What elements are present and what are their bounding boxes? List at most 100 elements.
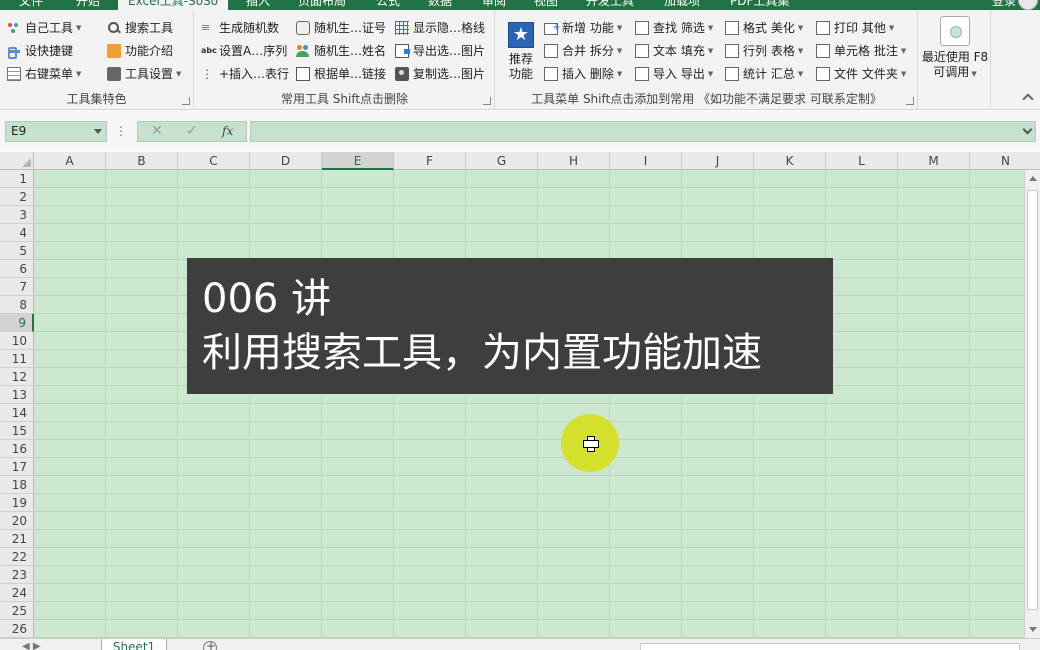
column-header-l[interactable]: L — [826, 152, 898, 170]
tab-file[interactable]: 文件 — [0, 0, 62, 10]
tab-page-layout[interactable]: 页面布局 — [298, 0, 346, 10]
chevron-down-icon[interactable] — [94, 129, 102, 134]
column-header-e[interactable]: E — [322, 152, 394, 170]
tab-view[interactable]: 视图 — [534, 0, 558, 10]
column-header-f[interactable]: F — [394, 152, 466, 170]
scrollbar-thumb[interactable] — [1027, 190, 1038, 610]
dialog-launcher-icon[interactable] — [906, 97, 914, 105]
tab-excel-tools-soso[interactable]: Excel工具-SoSo — [118, 0, 229, 10]
generate-random-button[interactable]: 生成随机数 — [201, 18, 279, 38]
search-tool-button[interactable]: 搜索工具 — [107, 18, 173, 38]
random-name-button[interactable]: 随机生…姓名 — [296, 41, 386, 61]
text-fill-button[interactable]: 文本 填充 ▼ — [635, 41, 713, 61]
scroll-down-icon[interactable] — [1029, 627, 1037, 632]
cell-comment-button[interactable]: 单元格 批注 ▼ — [816, 41, 906, 61]
horizontal-scrollbar[interactable] — [640, 643, 1020, 650]
select-all-button[interactable] — [0, 152, 34, 170]
my-tools-button[interactable]: 自己工具 ▼ — [7, 18, 81, 38]
cells-area[interactable] — [34, 170, 1024, 638]
tab-data[interactable]: 数据 — [428, 0, 452, 10]
recommended-features-button[interactable]: 推荐功能 — [504, 14, 538, 94]
row-header-17[interactable]: 17 — [0, 458, 34, 476]
row-header-11[interactable]: 11 — [0, 350, 34, 368]
row-header-13[interactable]: 13 — [0, 386, 34, 404]
column-header-b[interactable]: B — [106, 152, 178, 170]
file-folder-button[interactable]: 文件 文件夹 ▼ — [816, 64, 906, 84]
dialog-launcher-icon[interactable] — [182, 97, 190, 105]
insert-delete-button[interactable]: 插入 删除 ▼ — [544, 64, 622, 84]
column-header-h[interactable]: H — [538, 152, 610, 170]
column-header-g[interactable]: G — [466, 152, 538, 170]
row-header-24[interactable]: 24 — [0, 584, 34, 602]
row-header-10[interactable]: 10 — [0, 332, 34, 350]
tab-review[interactable]: 审阅 — [482, 0, 506, 10]
login-link[interactable]: 登录 — [992, 0, 1016, 8]
row-header-16[interactable]: 16 — [0, 440, 34, 458]
insert-function-icon[interactable]: fx — [222, 122, 233, 141]
add-sheet-icon[interactable] — [203, 639, 217, 650]
find-filter-button[interactable]: 查找 筛选 ▼ — [635, 18, 713, 38]
import-export-button[interactable]: 导入 导出 ▼ — [635, 64, 713, 84]
tab-home[interactable]: 开始 — [76, 0, 100, 10]
enter-icon[interactable]: ✓ — [186, 122, 198, 141]
row-header-21[interactable]: 21 — [0, 530, 34, 548]
row-header-3[interactable]: 3 — [0, 206, 34, 224]
tab-developer[interactable]: 开发工具 — [586, 0, 634, 10]
random-id-button[interactable]: 随机生…证号 — [296, 18, 386, 38]
feature-intro-button[interactable]: 功能介绍 — [107, 41, 173, 61]
format-beautify-button[interactable]: 格式 美化 ▼ — [725, 18, 803, 38]
row-header-22[interactable]: 22 — [0, 548, 34, 566]
insert-table-row-button[interactable]: +插入…表行 — [201, 64, 289, 84]
row-header-14[interactable]: 14 — [0, 404, 34, 422]
tab-addins[interactable]: 加载项 — [664, 0, 700, 10]
context-menu-button[interactable]: 右键菜单 ▼ — [7, 64, 81, 84]
formula-input[interactable] — [250, 121, 1036, 142]
sheet-tab-sheet1[interactable]: Sheet1 — [101, 639, 167, 650]
column-header-n[interactable]: N — [970, 152, 1040, 170]
export-image-button[interactable]: 导出选…图片 — [395, 41, 485, 61]
cancel-icon[interactable]: ✕ — [151, 122, 163, 141]
row-header-7[interactable]: 7 — [0, 278, 34, 296]
column-header-a[interactable]: A — [34, 152, 106, 170]
column-header-m[interactable]: M — [898, 152, 970, 170]
dialog-launcher-icon[interactable] — [483, 97, 491, 105]
vertical-scrollbar[interactable] — [1024, 170, 1040, 638]
row-header-9[interactable]: 9 — [0, 314, 34, 332]
row-header-12[interactable]: 12 — [0, 368, 34, 386]
more-icon[interactable]: ⋮ — [115, 123, 127, 139]
row-header-25[interactable]: 25 — [0, 602, 34, 620]
row-header-20[interactable]: 20 — [0, 512, 34, 530]
tab-insert[interactable]: 插入 — [246, 0, 270, 10]
column-header-k[interactable]: K — [754, 152, 826, 170]
row-header-23[interactable]: 23 — [0, 566, 34, 584]
set-shortcut-button[interactable]: 设快捷键 — [7, 41, 73, 61]
sheet-nav-icons[interactable]: ◀ ▶ — [22, 641, 41, 650]
new-features-button[interactable]: 新增 功能▼ — [544, 18, 622, 38]
toggle-gridlines-button[interactable]: 显示隐…格线 — [395, 18, 485, 38]
scroll-up-icon[interactable] — [1029, 176, 1037, 181]
recent-use-button[interactable]: 最近使用 F8 可调用 ▼ — [919, 16, 991, 91]
tool-settings-button[interactable]: 工具设置 ▼ — [107, 64, 181, 84]
copy-image-button[interactable]: 复制选…图片 — [395, 64, 485, 84]
set-sequence-button[interactable]: 设置A…序列 — [201, 41, 287, 61]
name-box[interactable]: E9 — [5, 121, 107, 142]
merge-split-button[interactable]: 合并 拆分 ▼ — [544, 41, 622, 61]
user-avatar-icon[interactable] — [1018, 0, 1038, 10]
cell-link-button[interactable]: 根据单…链接 — [296, 64, 386, 84]
tab-formulas[interactable]: 公式 — [376, 0, 400, 10]
collapse-ribbon-icon[interactable] — [1022, 93, 1034, 105]
column-header-i[interactable]: I — [610, 152, 682, 170]
column-header-j[interactable]: J — [682, 152, 754, 170]
stats-summary-button[interactable]: 统计 汇总 ▼ — [725, 64, 803, 84]
row-header-6[interactable]: 6 — [0, 260, 34, 278]
row-header-2[interactable]: 2 — [0, 188, 34, 206]
row-header-15[interactable]: 15 — [0, 422, 34, 440]
column-header-c[interactable]: C — [178, 152, 250, 170]
row-header-5[interactable]: 5 — [0, 242, 34, 260]
tab-pdf-tools[interactable]: PDF工具集 — [730, 0, 789, 10]
row-header-8[interactable]: 8 — [0, 296, 34, 314]
rows-tables-button[interactable]: 行列 表格 ▼ — [725, 41, 803, 61]
row-header-18[interactable]: 18 — [0, 476, 34, 494]
row-header-19[interactable]: 19 — [0, 494, 34, 512]
row-header-26[interactable]: 26 — [0, 620, 34, 638]
